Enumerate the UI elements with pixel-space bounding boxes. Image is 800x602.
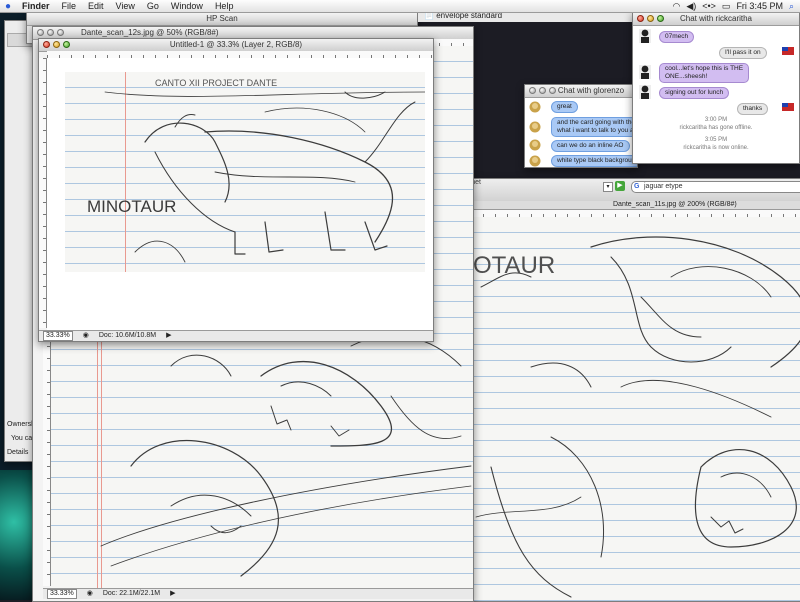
- menu-edit[interactable]: Edit: [82, 0, 110, 12]
- menu-window[interactable]: Window: [165, 0, 209, 12]
- minimize-icon[interactable]: [53, 41, 60, 48]
- search-field[interactable]: G jaguar etype: [631, 181, 800, 193]
- rick-sys-time-1: 3:00 PM: [704, 117, 728, 123]
- untitled-status-arrow-icon[interactable]: ▶: [166, 331, 171, 341]
- rick-msg-2: I'll pass it on: [719, 47, 767, 59]
- rick-sys-text-1: rickcaritha has gone offline.: [679, 125, 753, 131]
- rick-avatar-icon-3: [639, 85, 651, 99]
- untitled-doc-size: Doc: 10.6M/10.8M: [98, 332, 157, 339]
- menu-help[interactable]: Help: [209, 0, 240, 12]
- untitled-sketch: CANTO XII PROJECT DANTE MINOTAUR: [87, 78, 425, 263]
- untitled-zoom-field[interactable]: 33.33%: [43, 331, 73, 341]
- glorenzo-avatar-icon: [529, 101, 541, 113]
- untitled-status-bar: 33.33% ◉ Doc: 10.6M/10.8M ▶: [39, 330, 433, 341]
- details-label[interactable]: Details: [7, 449, 28, 456]
- apple-menu-icon[interactable]: ●: [0, 1, 16, 12]
- clock[interactable]: Fri 3:45 PM: [736, 1, 783, 11]
- rick-sys-text-2: rickcaritha is now online.: [683, 145, 749, 151]
- volume-icon[interactable]: ◀): [686, 1, 696, 12]
- chat-glorenzo-titlebar[interactable]: Chat with glorenzo: [525, 85, 637, 98]
- untitled-canvas[interactable]: CANTO XII PROJECT DANTE MINOTAUR: [47, 58, 433, 330]
- menu-app-finder[interactable]: Finder: [16, 0, 56, 12]
- untitled-window: Untitled-1 @ 33.3% (Layer 2, RGB/8) CANT…: [38, 38, 434, 342]
- dante11-title[interactable]: Dante_scan_11s.jpg @ 200% (RGB/8#): [613, 201, 737, 208]
- untitled-sketch-label: MINOTAUR: [87, 197, 176, 216]
- glorenzo-msg-1: great: [551, 101, 578, 113]
- glorenzo-avatar-icon-2: [529, 121, 541, 133]
- minimize-icon[interactable]: [47, 29, 54, 36]
- sync-icon[interactable]: <•>: [702, 1, 716, 11]
- zoom-icon[interactable]: [57, 29, 64, 36]
- chat-glorenzo-window: Chat with glorenzo great and the card go…: [524, 84, 638, 168]
- glorenzo-msg-2: and the card going with them what i want…: [551, 117, 637, 137]
- chat-rick-window: Chat with rickcaritha 07mech I'll pass i…: [632, 12, 800, 164]
- glorenzo-avatar-icon-3: [529, 139, 541, 151]
- dante11-window: ernet ▾ ▶ G jaguar etype Dante_scan_11s.…: [462, 178, 800, 602]
- menu-view[interactable]: View: [110, 0, 141, 12]
- go-button[interactable]: ▶: [615, 181, 625, 191]
- wifi-icon[interactable]: ◠: [672, 1, 680, 12]
- close-icon[interactable]: [37, 29, 44, 36]
- untitled-ruler-v: [39, 58, 47, 328]
- dropdown-arrow-icon[interactable]: ▾: [603, 182, 613, 192]
- glorenzo-msg-4: white type black background: [551, 155, 637, 167]
- dante11-canvas[interactable]: OTAUR: [471, 217, 800, 601]
- glorenzo-avatar-icon-4: [529, 155, 541, 167]
- zoom-icon[interactable]: [63, 41, 70, 48]
- close-icon[interactable]: [43, 41, 50, 48]
- menu-file[interactable]: File: [56, 0, 83, 12]
- untitled-sketch-header: CANTO XII PROJECT DANTE: [155, 78, 277, 88]
- chat-rick-window-controls: [637, 15, 664, 22]
- dante11-sketch: OTAUR: [473, 236, 800, 598]
- chat-rick-title: Chat with rickcaritha: [679, 14, 753, 23]
- untitled-window-controls: [43, 41, 70, 48]
- hp-scan-titlebar[interactable]: HP Scan: [27, 13, 417, 26]
- zoom-icon[interactable]: [549, 87, 556, 94]
- spotlight-icon[interactable]: ⌕: [789, 1, 794, 12]
- dante12-zoom-field[interactable]: 33.33%: [47, 589, 77, 599]
- tabs-bar: Dante_scan_11s.jpg @ 200% (RGB/8#): [463, 201, 800, 210]
- untitled-nav-icon[interactable]: ◉: [83, 331, 89, 341]
- chat-glorenzo-title: Chat with glorenzo: [557, 86, 625, 95]
- glorenzo-msg-3: can we do an inline AO: [551, 140, 630, 152]
- google-icon: G: [634, 183, 640, 190]
- rick-msg-5: thanks: [737, 103, 769, 115]
- rick-msg-3: cool...let's hope this is THE ONE...shee…: [659, 63, 750, 83]
- untitled-image: CANTO XII PROJECT DANTE MINOTAUR: [65, 72, 425, 272]
- search-value: jaguar etype: [644, 183, 683, 190]
- browser-toolbar: ernet ▾ ▶ G jaguar etype: [463, 179, 800, 202]
- chat-rick-titlebar[interactable]: Chat with rickcaritha: [633, 13, 799, 26]
- dante12-status-arrow-icon[interactable]: ▶: [170, 589, 175, 599]
- close-icon[interactable]: [637, 15, 644, 22]
- menu-bar: ● Finder File Edit View Go Window Help ◠…: [0, 0, 800, 13]
- minimize-icon[interactable]: [647, 15, 654, 22]
- display-icon[interactable]: ▭: [722, 1, 731, 12]
- hp-scan-title: HP Scan: [206, 14, 238, 23]
- close-icon[interactable]: [529, 87, 536, 94]
- rick-avatar-icon: [639, 29, 651, 43]
- dante12-title: Dante_scan_12s.jpg @ 50% (RGB/8#): [81, 28, 219, 37]
- dante12-status-bar: 33.33% ◉ Doc: 22.1M/22.1M ▶: [43, 588, 473, 599]
- rick-msg-1: 07mech: [659, 31, 695, 43]
- self-avatar-icon-2: [781, 99, 795, 113]
- rick-avatar-icon-2: [639, 65, 651, 79]
- rick-msg-4: signing out for lunch: [659, 87, 730, 99]
- dante12-nav-icon[interactable]: ◉: [87, 589, 93, 599]
- self-avatar-icon: [781, 43, 795, 57]
- minimize-icon[interactable]: [539, 87, 546, 94]
- sketch-strokes-large: [475, 236, 800, 598]
- dante11-sketch-label: OTAUR: [473, 252, 555, 279]
- rick-sys-time-2: 3:05 PM: [704, 137, 728, 143]
- dante12-window-controls: [37, 29, 64, 36]
- untitled-title: Untitled-1 @ 33.3% (Layer 2, RGB/8): [169, 40, 303, 49]
- menu-go[interactable]: Go: [141, 0, 165, 12]
- zoom-icon[interactable]: [657, 15, 664, 22]
- dante12-doc-size: Doc: 22.1M/22.1M: [102, 590, 161, 597]
- chat-glorenzo-window-controls: [529, 87, 556, 94]
